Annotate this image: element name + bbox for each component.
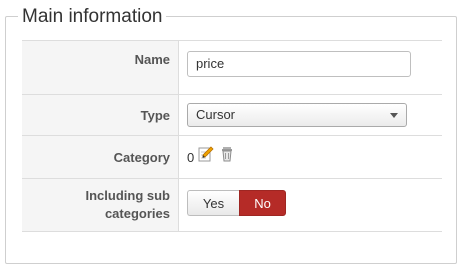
category-row: Category 0 [22,136,442,179]
including-sub-label-line2: categories [104,206,170,221]
no-button[interactable]: No [239,190,286,216]
type-label: Type [22,95,179,135]
category-label: Category [22,136,179,178]
form-table: Name Type Cursor Category 0 [22,40,442,232]
type-select-value: Cursor [196,107,236,122]
pencil-edit-icon[interactable] [198,146,214,162]
yes-no-toggle: Yes No [187,190,286,216]
type-select[interactable]: Cursor [187,103,407,127]
category-value: 0 [187,149,195,165]
name-input[interactable] [187,50,411,77]
name-value-cell [179,41,442,94]
chevron-down-icon [390,113,398,118]
clear-icon[interactable] [220,146,234,162]
yes-button[interactable]: Yes [187,190,239,216]
name-row: Name [22,41,442,95]
section-title: Main information [18,4,167,30]
type-value-cell: Cursor [179,95,442,135]
including-sub-row: Including sub categories Yes No [22,179,442,232]
including-sub-value-cell: Yes No [179,179,442,231]
including-sub-label-line1: Including sub [85,188,171,203]
including-sub-label: Including sub categories [22,179,179,231]
type-row: Type Cursor [22,95,442,136]
category-value-cell: 0 [179,136,442,178]
name-label: Name [22,41,179,94]
